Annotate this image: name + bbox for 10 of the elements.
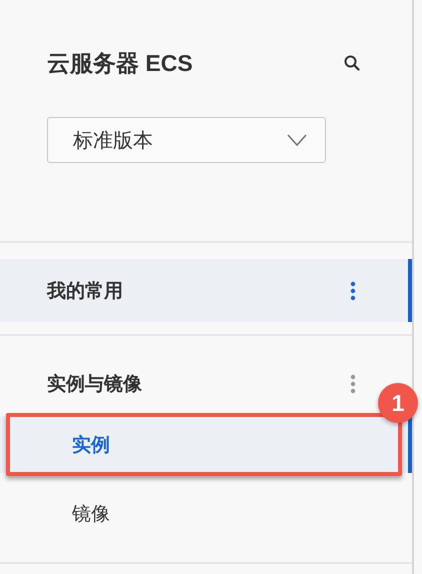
version-dropdown[interactable]: 标准版本 [47, 117, 326, 163]
menu-group[interactable]: 我的常用 [0, 259, 412, 322]
menu-item[interactable]: 镜像 [0, 485, 412, 542]
group-title: 我的常用 [47, 280, 123, 304]
search-icon[interactable] [344, 55, 360, 71]
more-icon[interactable] [350, 374, 356, 394]
more-icon[interactable] [350, 280, 356, 300]
sidebar-title: 云服务器 ECS [47, 48, 193, 78]
step-badge: 1 [378, 383, 418, 423]
chevron-down-icon [287, 134, 307, 146]
